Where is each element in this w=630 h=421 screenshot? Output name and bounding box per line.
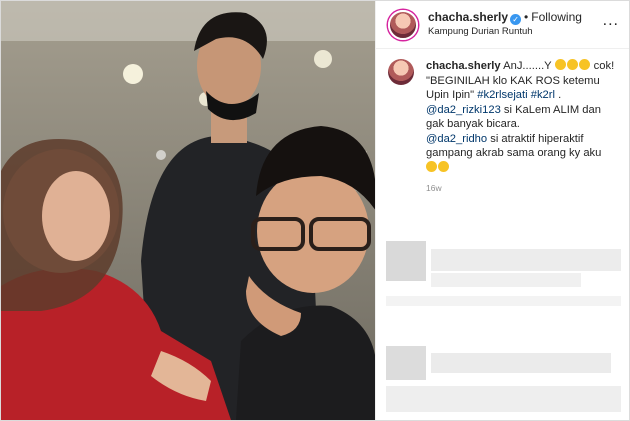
pixelated-comment-block bbox=[386, 296, 621, 306]
verified-badge-icon: ✓ bbox=[510, 14, 522, 25]
author-avatar[interactable] bbox=[388, 9, 418, 40]
post-location[interactable]: Kampung Durian Runtuh bbox=[428, 25, 582, 39]
author-info: chacha.sherly ✓ • Following Kampung Durian … bbox=[428, 10, 582, 39]
rofl-emoji-icon bbox=[426, 160, 437, 172]
rofl-emoji-icon bbox=[566, 59, 578, 70]
laughing-emoji-icon bbox=[438, 160, 449, 172]
pixelated-comment-block bbox=[386, 346, 426, 380]
laughing-emoji-icon bbox=[554, 59, 566, 70]
hashtag-link[interactable]: #k2rl bbox=[531, 89, 555, 101]
rofl-emoji-icon bbox=[578, 59, 590, 70]
following-button[interactable]: Following bbox=[531, 10, 582, 24]
separator-dot: • bbox=[524, 10, 529, 24]
post-header: chacha.sherly ✓ • Following Kampung Durian … bbox=[376, 1, 629, 49]
post-sidebar: chacha.sherly ✓ • Following Kampung Durian … bbox=[375, 1, 629, 420]
caption-text: chacha.sherly AnJ.......Y cok! "BEGINILA… bbox=[426, 59, 617, 175]
more-options-icon[interactable]: ... bbox=[603, 12, 619, 30]
mention-link[interactable]: @da2_rizki123 bbox=[426, 104, 501, 116]
caption-username[interactable]: chacha.sherly bbox=[426, 60, 501, 72]
post-timestamp: 16w bbox=[426, 183, 442, 193]
pixelated-comment-block bbox=[431, 273, 581, 287]
hashtag-link[interactable]: #k2rlsejati bbox=[477, 89, 527, 101]
pixelated-comment-block bbox=[431, 353, 611, 373]
pixelated-comment-block bbox=[386, 241, 426, 281]
pixelated-comment-block bbox=[386, 386, 621, 412]
pixelated-comment-block bbox=[431, 249, 621, 271]
mention-link[interactable]: @da2_ridho bbox=[426, 133, 487, 145]
caption-line1: AnJ.......Y bbox=[503, 60, 552, 72]
author-username[interactable]: chacha.sherly bbox=[428, 10, 508, 24]
caption: chacha.sherly AnJ.......Y cok! "BEGINILA… bbox=[376, 49, 629, 175]
instagram-post: chacha.sherly ✓ • Following Kampung Durian … bbox=[0, 0, 630, 421]
photo-scene bbox=[1, 1, 375, 420]
post-photo[interactable] bbox=[1, 1, 375, 420]
caption-avatar[interactable] bbox=[388, 59, 414, 85]
